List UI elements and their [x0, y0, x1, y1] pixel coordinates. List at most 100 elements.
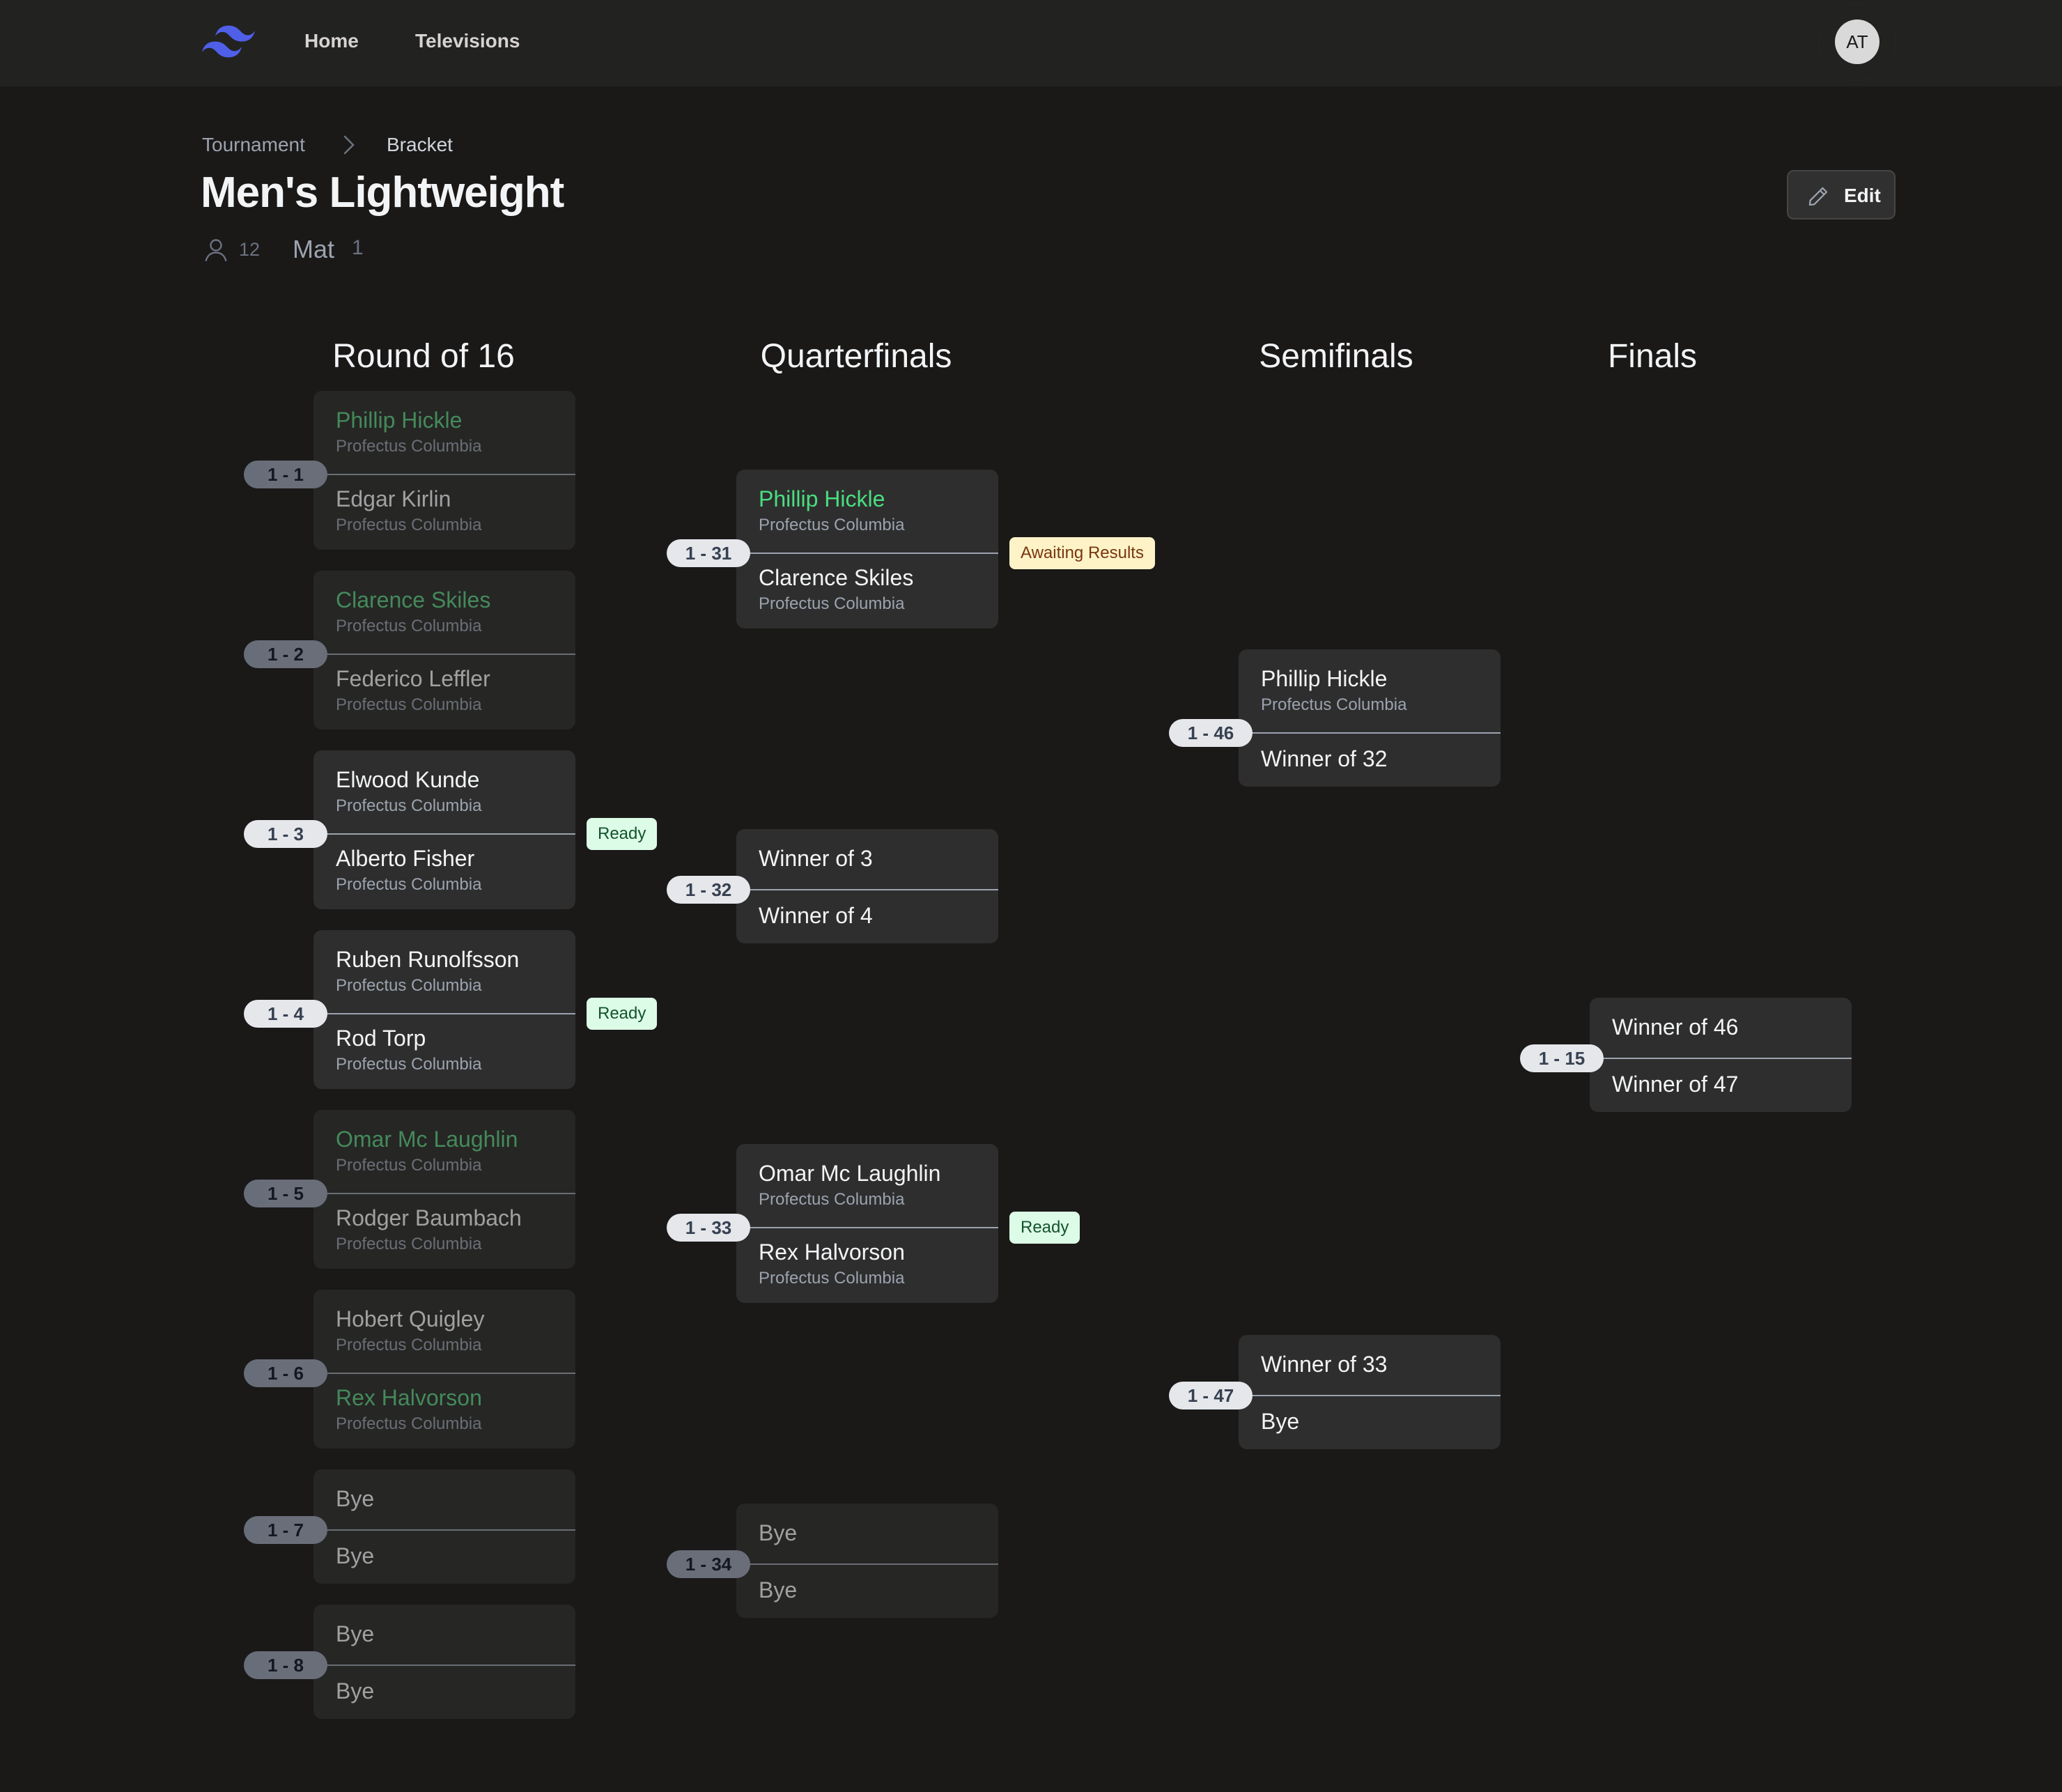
match-divider — [313, 1013, 575, 1014]
match-card[interactable]: Bye Bye 1 - 7 — [244, 1469, 575, 1584]
competitor-slot-bottom[interactable]: Winner of 47 — [1590, 1059, 1852, 1112]
match-card[interactable]: Phillip Hickle Profectus Columbia Winner o… — [1169, 649, 1501, 787]
competitor-slot-bottom[interactable]: Winner of 32 — [1239, 734, 1501, 787]
match-card[interactable]: Winner of 3 Winner of 4 1 - 32 — [667, 829, 998, 943]
competitor-slot-bottom[interactable]: Rod Torp Profectus Columbia — [313, 1014, 575, 1089]
match-number-badge[interactable]: 1 - 32 — [667, 876, 750, 904]
competitor-slot-bottom[interactable]: Bye — [313, 1666, 575, 1719]
match-card-body: Phillip Hickle Profectus Columbia Clarence… — [736, 470, 998, 628]
competitor-slot-top[interactable]: Omar Mc Laughlin Profectus Columbia — [313, 1110, 575, 1193]
edit-button-label: Edit — [1844, 185, 1881, 206]
match-divider — [1239, 732, 1501, 734]
match-card[interactable]: Clarence Skiles Profectus Columbia Federic… — [244, 571, 575, 729]
competitor-slot-bottom[interactable]: Bye — [1239, 1396, 1501, 1449]
match-card[interactable]: Omar Mc Laughlin Profectus Columbia Rex Ha… — [667, 1144, 1080, 1303]
competitor-slot-top[interactable]: Winner of 46 — [1590, 998, 1852, 1058]
match-divider — [313, 654, 575, 655]
competitor-team: Profectus Columbia — [336, 437, 482, 456]
match-divider — [1590, 1058, 1852, 1059]
competitor-slot-top[interactable]: Phillip Hickle Profectus Columbia — [1239, 649, 1501, 732]
competitor-team: Profectus Columbia — [759, 594, 905, 613]
competitor-team: Profectus Columbia — [759, 516, 905, 534]
competitor-slot-top[interactable]: Hobert Quigley Profectus Columbia — [313, 1290, 575, 1373]
competitor-slot-bottom[interactable]: Alberto Fisher Profectus Columbia — [313, 835, 575, 909]
competitor-name: Winner of 33 — [1261, 1352, 1388, 1377]
match-number-badge[interactable]: 1 - 2 — [244, 640, 327, 668]
match-card[interactable]: Hobert Quigley Profectus Columbia Rex Halv… — [244, 1290, 575, 1449]
match-number-badge[interactable]: 1 - 47 — [1169, 1382, 1253, 1409]
match-card[interactable]: Omar Mc Laughlin Profectus Columbia Rodger… — [244, 1110, 575, 1269]
nav-link-home[interactable]: Home — [304, 28, 359, 54]
competitor-slot-bottom[interactable]: Bye — [736, 1565, 998, 1618]
match-number-badge[interactable]: 1 - 34 — [667, 1550, 750, 1578]
competitor-name: Phillip Hickle — [336, 408, 463, 433]
competitor-slot-top[interactable]: Phillip Hickle Profectus Columbia — [736, 470, 998, 553]
competitor-name: Clarence Skiles — [336, 587, 491, 612]
competitor-slot-top[interactable]: Phillip Hickle Profectus Columbia — [313, 391, 575, 474]
competitor-name: Ruben Runolfsson — [336, 947, 520, 972]
competitor-slot-bottom[interactable]: Rex Halvorson Profectus Columbia — [313, 1374, 575, 1449]
match-number-badge[interactable]: 1 - 4 — [244, 1000, 327, 1028]
competitor-team: Profectus Columbia — [336, 1235, 482, 1253]
match-number-badge[interactable]: 1 - 7 — [244, 1516, 327, 1544]
competitor-slot-top[interactable]: Bye — [736, 1504, 998, 1563]
match-card[interactable]: Elwood Kunde Profectus Columbia Alberto Fi… — [244, 750, 658, 909]
competitor-name: Bye — [759, 1520, 798, 1545]
match-card[interactable]: Bye Bye 1 - 8 — [244, 1605, 575, 1719]
match-card-body: Winner of 3 Winner of 4 — [736, 829, 998, 943]
competitor-name: Edgar Kirlin — [336, 486, 451, 511]
competitor-name: Bye — [336, 1621, 375, 1646]
match-card[interactable]: Winner of 46 Winner of 47 1 - 15 — [1520, 998, 1852, 1112]
match-number-badge[interactable]: 1 - 15 — [1520, 1044, 1604, 1072]
match-card[interactable]: Winner of 33 Bye 1 - 47 — [1169, 1335, 1501, 1449]
competitor-slot-bottom[interactable]: Rodger Baumbach Profectus Columbia — [313, 1194, 575, 1269]
match-number-badge[interactable]: 1 - 8 — [244, 1651, 327, 1679]
match-divider — [313, 1529, 575, 1531]
competitor-slot-top[interactable]: Winner of 33 — [1239, 1335, 1501, 1395]
competitor-slot-bottom[interactable]: Edgar Kirlin Profectus Columbia — [313, 475, 575, 550]
edit-button[interactable]: Edit — [1787, 170, 1896, 219]
match-card[interactable]: Phillip Hickle Profectus Columbia Clarence… — [667, 470, 1155, 628]
competitor-slot-bottom[interactable]: Clarence Skiles Profectus Columbia — [736, 554, 998, 628]
breadcrumb-tournament[interactable]: Tournament — [202, 131, 305, 159]
match-number-badge[interactable]: 1 - 3 — [244, 820, 327, 848]
competitor-slot-top[interactable]: Winner of 3 — [736, 829, 998, 889]
competitor-name: Bye — [336, 1486, 375, 1511]
competitor-slot-top[interactable]: Bye — [313, 1605, 575, 1664]
tailwind-logo-icon[interactable] — [202, 25, 255, 59]
match-number-badge[interactable]: 1 - 33 — [667, 1214, 750, 1242]
match-number-badge[interactable]: 1 - 46 — [1169, 719, 1253, 747]
competitor-slot-top[interactable]: Clarence Skiles Profectus Columbia — [313, 571, 575, 654]
user-avatar[interactable]: AT — [1835, 20, 1879, 64]
competitor-name: Clarence Skiles — [759, 565, 914, 590]
match-number-badge[interactable]: 1 - 6 — [244, 1359, 327, 1387]
competitor-slot-top[interactable]: Omar Mc Laughlin Profectus Columbia — [736, 1144, 998, 1227]
match-divider — [313, 1664, 575, 1666]
pencil-icon — [1808, 187, 1828, 206]
competitor-slot-top[interactable]: Bye — [313, 1469, 575, 1529]
status-badge-awaiting-results: Awaiting Results — [1009, 537, 1155, 569]
competitor-slot-top[interactable]: Ruben Runolfsson Profectus Columbia — [313, 930, 575, 1013]
competitor-team: Profectus Columbia — [336, 1336, 482, 1354]
competitor-team: Profectus Columbia — [336, 1055, 482, 1074]
competitor-slot-bottom[interactable]: Federico Leffler Profectus Columbia — [313, 655, 575, 729]
competitor-name: Bye — [336, 1543, 375, 1568]
match-card[interactable]: Ruben Runolfsson Profectus Columbia Rod To… — [244, 930, 658, 1089]
nav-link-televisions[interactable]: Televisions — [415, 28, 520, 54]
competitor-team: Profectus Columbia — [336, 875, 482, 894]
competitor-team: Profectus Columbia — [336, 976, 482, 995]
match-card[interactable]: Bye Bye 1 - 34 — [667, 1504, 998, 1618]
match-number-badge[interactable]: 1 - 1 — [244, 461, 327, 488]
competitor-slot-bottom[interactable]: Bye — [313, 1531, 575, 1584]
competitor-name: Rex Halvorson — [336, 1385, 482, 1410]
match-divider — [736, 889, 998, 890]
competitor-slot-bottom[interactable]: Winner of 4 — [736, 890, 998, 943]
competitor-name: Bye — [1261, 1409, 1300, 1434]
match-number-badge[interactable]: 1 - 31 — [667, 539, 750, 567]
competitor-slot-top[interactable]: Elwood Kunde Profectus Columbia — [313, 750, 575, 833]
match-number-badge[interactable]: 1 - 5 — [244, 1180, 327, 1207]
competitor-team: Profectus Columbia — [336, 1414, 482, 1433]
match-card-body: Phillip Hickle Profectus Columbia Edgar Ki… — [313, 391, 575, 550]
match-card[interactable]: Phillip Hickle Profectus Columbia Edgar Ki… — [244, 391, 575, 550]
competitor-slot-bottom[interactable]: Rex Halvorson Profectus Columbia — [736, 1228, 998, 1303]
